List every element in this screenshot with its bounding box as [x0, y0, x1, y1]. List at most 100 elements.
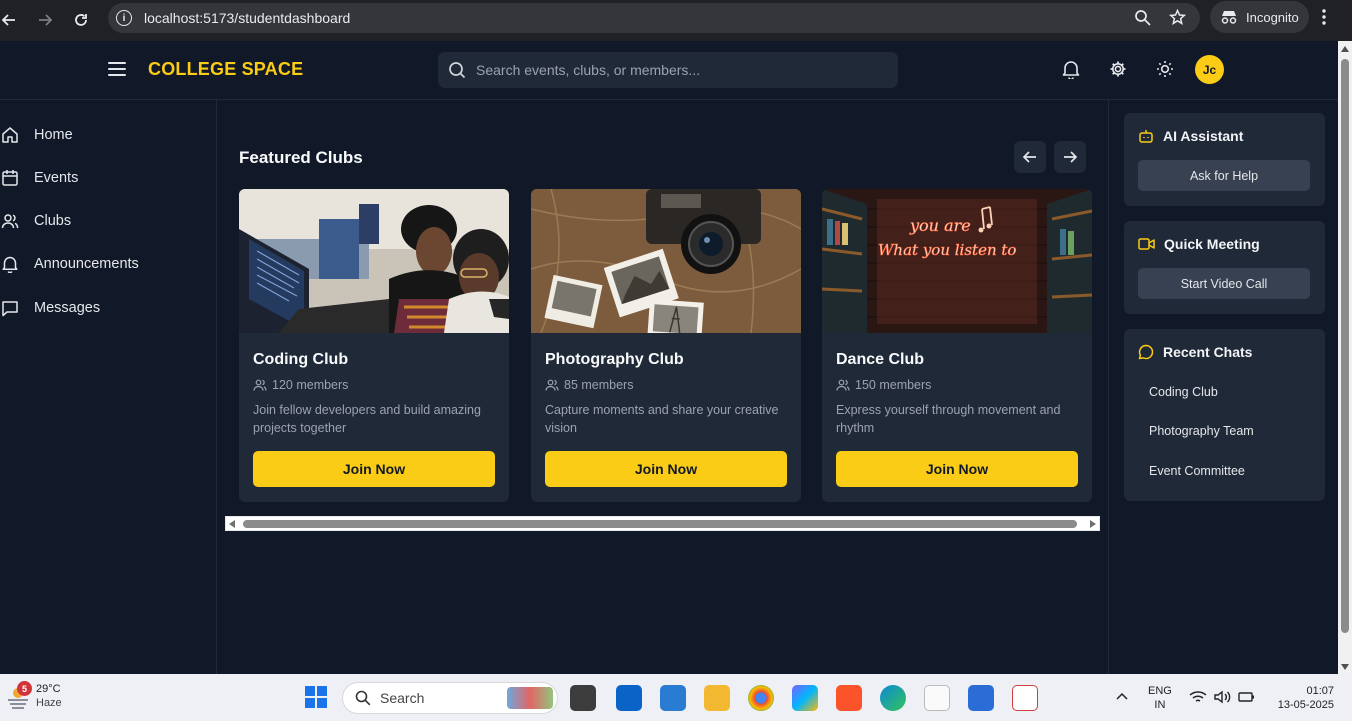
browser-toolbar: i localhost:5173/studentdashboard Incogn…	[0, 0, 1352, 41]
edge-icon[interactable]	[880, 685, 906, 711]
video-camera-icon	[1138, 238, 1155, 250]
back-icon[interactable]	[0, 8, 21, 32]
home-icon	[2, 127, 18, 143]
menu-hamburger-icon[interactable]	[108, 62, 126, 76]
club-card-photography: Photography Club 85 members Capture mome…	[531, 189, 801, 502]
zoom-icon[interactable]	[1134, 9, 1151, 26]
recent-chat-item[interactable]: Photography Team	[1149, 424, 1254, 438]
scroll-left-arrow-icon[interactable]	[229, 520, 235, 528]
app-root: COLLEGE SPACE Jc Home Events Clubs Annou…	[0, 41, 1338, 674]
file-explorer-icon[interactable]	[704, 685, 730, 711]
main-content: Featured Clubs Coding Club 120 members J…	[217, 100, 1108, 674]
club-name: Coding Club	[253, 351, 349, 368]
outlook-icon[interactable]	[616, 685, 642, 711]
users-icon	[836, 379, 850, 391]
users-icon	[253, 379, 267, 391]
scroll-down-arrow-icon[interactable]	[1341, 664, 1349, 670]
page-vertical-scrollbar[interactable]	[1338, 41, 1352, 674]
store-icon[interactable]	[968, 685, 994, 711]
weather-widget[interactable]: 5 29°C Haze	[4, 681, 62, 710]
right-panel: AI Assistant Ask for Help Quick Meeting …	[1108, 100, 1338, 674]
theme-sun-icon[interactable]	[1156, 60, 1174, 78]
start-video-call-button[interactable]: Start Video Call	[1138, 268, 1310, 299]
bookmark-star-icon[interactable]	[1169, 9, 1186, 26]
reload-icon[interactable]	[69, 8, 93, 32]
join-now-button[interactable]: Join Now	[253, 451, 495, 487]
join-now-button[interactable]: Join Now	[545, 451, 787, 487]
notepad-icon[interactable]	[924, 685, 950, 711]
windows-taskbar: 5 29°C Haze Search ENG IN 01:07 13-05-20…	[0, 674, 1352, 721]
search-input[interactable]	[476, 62, 876, 78]
sidebar-item-home[interactable]: Home	[0, 121, 73, 149]
panel-title: Recent Chats	[1163, 344, 1253, 360]
forward-icon[interactable]	[33, 8, 57, 32]
photography-club-image	[531, 189, 801, 333]
weather-badge: 5	[17, 681, 32, 696]
sidebar-item-messages[interactable]: Messages	[0, 294, 100, 322]
ask-for-help-button[interactable]: Ask for Help	[1138, 160, 1310, 191]
url-text: localhost:5173/studentdashboard	[144, 10, 350, 26]
club-card-coding: Coding Club 120 members Join fellow deve…	[239, 189, 509, 502]
search-highlight-image	[507, 687, 553, 709]
message-circle-icon	[1138, 344, 1154, 360]
site-info-icon[interactable]: i	[116, 10, 132, 26]
sidebar-item-events[interactable]: Events	[0, 164, 78, 192]
sidebar-item-announcements[interactable]: Announcements	[0, 250, 139, 278]
recent-chats-panel: Recent Chats Coding Club Photography Tea…	[1124, 329, 1325, 501]
sidebar: Home Events Clubs Announcements Messages	[0, 100, 217, 674]
url-host: localhost	[144, 10, 200, 26]
scrollbar-thumb[interactable]	[1341, 59, 1349, 633]
top-navbar: COLLEGE SPACE Jc	[0, 41, 1338, 100]
language-indicator[interactable]: ENG IN	[1148, 684, 1172, 712]
taskbar-search[interactable]: Search	[342, 682, 558, 714]
incognito-icon	[1221, 11, 1237, 24]
recent-chat-item[interactable]: Event Committee	[1149, 464, 1245, 478]
quick-meeting-panel: Quick Meeting Start Video Call	[1124, 221, 1325, 314]
section-title: Featured Clubs	[239, 148, 363, 167]
windows-start-icon[interactable]	[305, 686, 327, 708]
carousel-horizontal-scrollbar[interactable]	[225, 516, 1100, 531]
neon-text-line2: What you listen to	[878, 241, 1016, 259]
club-members: 120 members	[253, 378, 348, 392]
brand-logo[interactable]: COLLEGE SPACE	[148, 59, 303, 80]
tray-chevron-up-icon[interactable]	[1116, 692, 1128, 700]
chrome-icon[interactable]	[748, 685, 774, 711]
incognito-label: Incognito	[1246, 9, 1299, 25]
club-members: 85 members	[545, 378, 633, 392]
carousel-prev-button[interactable]	[1014, 141, 1046, 173]
sidebar-item-label: Announcements	[34, 256, 139, 272]
coding-club-image	[239, 189, 509, 333]
vscode-icon[interactable]	[660, 685, 686, 711]
carousel-next-button[interactable]	[1054, 141, 1086, 173]
weather-temp: 29°C	[36, 683, 61, 695]
club-description: Join fellow developers and build amazing…	[253, 403, 481, 435]
browser-menu-icon[interactable]	[1322, 9, 1326, 30]
volume-icon[interactable]	[1213, 690, 1231, 704]
user-avatar[interactable]: Jc	[1195, 55, 1224, 84]
wifi-icon[interactable]	[1189, 690, 1207, 704]
club-description: Capture moments and share your creative …	[545, 403, 779, 435]
weather-desc: Haze	[36, 697, 62, 709]
search-bar[interactable]	[438, 52, 898, 88]
scroll-up-arrow-icon[interactable]	[1341, 46, 1349, 52]
incognito-badge[interactable]: Incognito	[1210, 1, 1309, 33]
sidebar-item-label: Clubs	[34, 213, 72, 229]
snipping-tool-icon[interactable]	[1012, 685, 1038, 711]
scroll-right-arrow-icon[interactable]	[1090, 520, 1096, 528]
copilot-icon[interactable]	[792, 685, 818, 711]
brave-icon[interactable]	[836, 685, 862, 711]
address-bar[interactable]: i localhost:5173/studentdashboard	[108, 3, 1200, 33]
clock[interactable]: 01:07 13-05-2025	[1270, 684, 1334, 712]
arrow-right-icon	[1064, 151, 1078, 163]
sidebar-item-clubs[interactable]: Clubs	[0, 207, 71, 235]
scrollbar-thumb[interactable]	[243, 520, 1077, 528]
join-now-button[interactable]: Join Now	[836, 451, 1078, 487]
task-view-icon[interactable]	[570, 685, 596, 711]
settings-gear-icon[interactable]	[1109, 60, 1127, 78]
battery-icon[interactable]	[1237, 690, 1255, 704]
recent-chat-item[interactable]: Coding Club	[1149, 385, 1218, 399]
club-name: Photography Club	[545, 351, 684, 368]
search-icon	[355, 690, 371, 706]
search-icon	[449, 62, 466, 79]
notifications-bell-icon[interactable]	[1062, 60, 1080, 79]
